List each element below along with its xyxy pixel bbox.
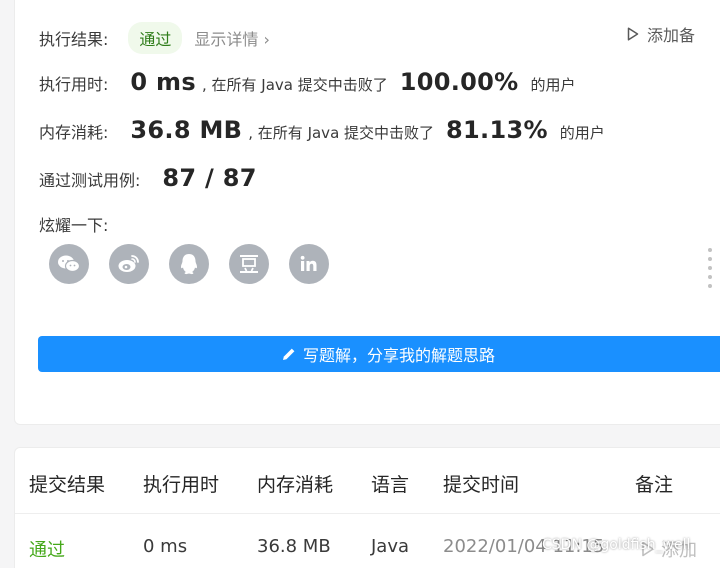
runtime-row: 执行用时: 0 ms , 在所有 Java 提交中击败了 100.00% 的用户 (39, 68, 576, 96)
status-badge: 通过 (128, 22, 183, 54)
show-details-label: 显示详情 (194, 30, 259, 49)
tests-value: 87 / 87 (162, 164, 257, 192)
runtime-percent: 100.00% (399, 68, 519, 96)
memory-suffix: 的用户 (559, 124, 605, 142)
table-header: 提交结果 执行用时 内存消耗 语言 提交时间 备注 (15, 448, 720, 514)
linkedin-icon[interactable] (289, 244, 329, 284)
tests-row: 通过测试用例: 87 / 87 (39, 164, 257, 192)
submission-result-card: 执行结果: 通过 显示详情 › 添加备 执行用时: 0 ms , 在所有 Jav… (14, 0, 720, 425)
wechat-icon[interactable] (49, 244, 89, 284)
header-language: 语言 (371, 474, 410, 496)
header-memory: 内存消耗 (257, 474, 334, 496)
douban-icon[interactable] (229, 244, 269, 284)
share-label: 炫耀一下: (39, 216, 109, 235)
scroll-handle[interactable] (708, 248, 714, 293)
row-language: Java (371, 536, 410, 557)
share-row: 炫耀一下: (39, 212, 108, 236)
runtime-label: 执行用时: (39, 75, 109, 94)
pencil-icon (282, 348, 295, 360)
share-icons (49, 244, 349, 284)
header-runtime: 执行用时 (143, 474, 220, 496)
runtime-mid-text: , 在所有 Java 提交中击败了 (201, 76, 388, 94)
watermark: CSDN @goldfish_well (542, 537, 691, 553)
add-note-label: 添加备 (647, 26, 696, 45)
write-solution-button[interactable]: 写题解，分享我的解题思路 (38, 336, 720, 372)
row-memory: 36.8 MB (257, 536, 331, 557)
memory-row: 内存消耗: 36.8 MB , 在所有 Java 提交中击败了 81.13% 的… (39, 116, 605, 144)
tests-label: 通过测试用例: (39, 171, 141, 190)
show-details-link[interactable]: 显示详情 › (194, 26, 270, 50)
result-row: 执行结果: 通过 显示详情 › (39, 22, 270, 54)
play-icon (627, 27, 639, 41)
result-label: 执行结果: (39, 30, 109, 49)
memory-mid-text: , 在所有 Java 提交中击败了 (248, 124, 435, 142)
weibo-icon[interactable] (109, 244, 149, 284)
row-result[interactable]: 通过 (29, 536, 65, 562)
runtime-value: 0 ms (130, 68, 196, 96)
header-result: 提交结果 (29, 474, 106, 496)
chevron-right-icon: › (263, 30, 270, 49)
runtime-suffix: 的用户 (530, 76, 576, 94)
write-solution-label: 写题解，分享我的解题思路 (302, 346, 495, 365)
memory-value: 36.8 MB (130, 116, 243, 144)
add-note-link[interactable]: 添加备 (627, 22, 695, 46)
header-note: 备注 (635, 474, 674, 496)
memory-percent: 81.13% (446, 116, 548, 144)
header-time: 提交时间 (443, 474, 520, 496)
memory-label: 内存消耗: (39, 123, 109, 142)
row-runtime: 0 ms (143, 536, 188, 557)
qq-icon[interactable] (169, 244, 209, 284)
